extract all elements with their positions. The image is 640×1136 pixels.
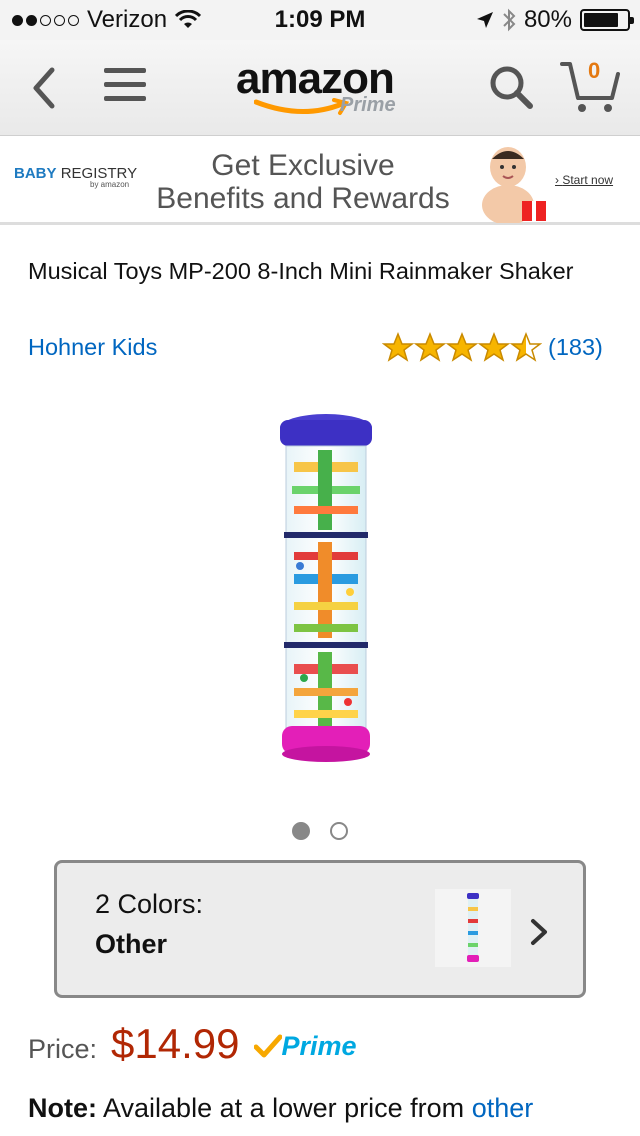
banner-headline: Get Exclusive Benefits and Rewards (148, 149, 458, 215)
smile-arrow-icon (254, 98, 350, 115)
registry-logo: BABY REGISTRY by amazon (14, 165, 137, 189)
other-sellers-link[interactable]: other (472, 1093, 534, 1123)
star-rating (382, 332, 542, 362)
price-label: Price: (28, 1034, 98, 1064)
status-right: 80% (476, 6, 634, 34)
prime-check-icon (253, 1034, 282, 1058)
baby-photo (482, 147, 546, 223)
note-text: Available at a lower price from (97, 1093, 472, 1123)
star-icon (382, 332, 414, 362)
cart-button[interactable]: 0 (560, 54, 622, 116)
pager-dot[interactable] (330, 822, 348, 840)
hamburger-menu-icon[interactable] (104, 68, 146, 104)
amazon-prime-logo[interactable]: amazon Prime (236, 54, 416, 124)
battery-icon (580, 9, 634, 31)
variation-selected-value: Other (95, 929, 168, 959)
battery-percent: 80% (523, 6, 572, 33)
product-title: Musical Toys MP-200 8-Inch Mini Rainmake… (28, 258, 574, 284)
star-icon (478, 332, 510, 362)
prime-label: Prime (281, 1030, 357, 1061)
banner-headline-line1: Get Exclusive (211, 149, 395, 182)
rating-summary[interactable]: (183) (382, 332, 603, 362)
bluetooth-icon (503, 8, 516, 32)
price-row: Price: $14.99 Prime (28, 1020, 357, 1068)
banner-headline-line2: Benefits and Rewards (156, 182, 450, 215)
image-pager[interactable] (292, 822, 348, 840)
start-now-link[interactable]: › Start now (555, 173, 613, 187)
registry-brand: BABY (14, 165, 57, 182)
logo-prime: Prime (340, 94, 396, 116)
variation-count-label: 2 Colors: (95, 889, 204, 919)
status-bar: Verizon 1:09 PM 80% (0, 0, 640, 40)
start-now-label: Start now (562, 173, 614, 187)
color-variation-selector[interactable]: 2 Colors: Other (54, 860, 586, 998)
prime-badge: Prime (253, 1030, 357, 1062)
review-count[interactable]: (183) (548, 334, 603, 361)
price-value: $14.99 (111, 1020, 240, 1067)
pager-dot[interactable] (292, 822, 310, 840)
availability-note: Note: Available at a lower price from ot… (28, 1088, 628, 1128)
cart-count: 0 (588, 58, 601, 83)
brand-link[interactable]: Hohner Kids (28, 334, 157, 361)
star-icon (414, 332, 446, 362)
star-icon (510, 332, 542, 362)
note-label: Note: (28, 1093, 97, 1123)
baby-registry-banner[interactable]: BABY REGISTRY by amazon Get Exclusive Be… (0, 137, 640, 225)
star-icon (446, 332, 478, 362)
product-image[interactable] (260, 406, 390, 766)
variation-thumbnail (435, 889, 511, 967)
location-arrow-icon (476, 12, 493, 28)
search-icon[interactable] (488, 62, 534, 114)
back-chevron-icon[interactable] (24, 62, 64, 114)
top-nav-bar: amazon Prime 0 (0, 40, 640, 136)
chevron-right-icon (531, 919, 547, 945)
